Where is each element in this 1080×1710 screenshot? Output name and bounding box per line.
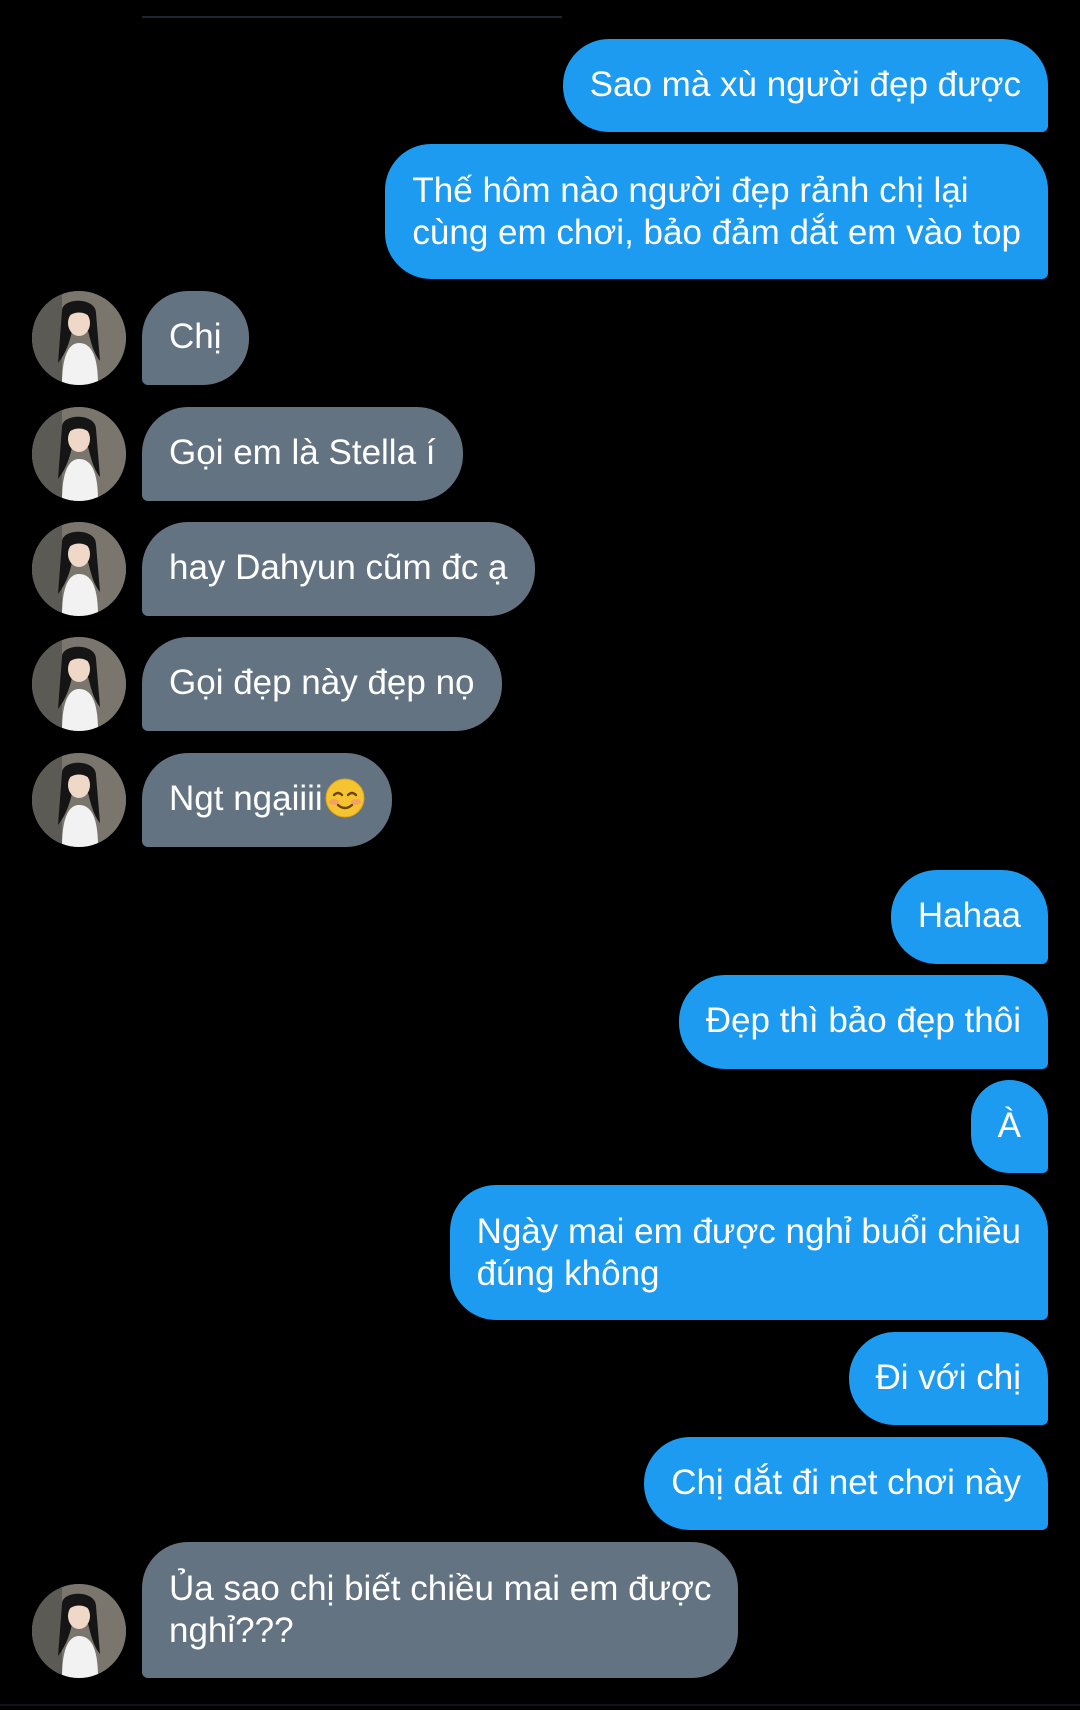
conversation-bottom-divider (0, 1704, 1080, 1706)
contact-avatar[interactable] (32, 753, 126, 847)
message-line: Ủa sao chị biết chiều mai em được (169, 1569, 712, 1608)
contact-avatar[interactable] (32, 522, 126, 616)
avatar-photo-icon (32, 1584, 126, 1678)
message-bubble-incoming[interactable]: Gọi đẹp này đẹp nọ (142, 637, 502, 731)
message-line: cùng em chơi, bảo đảm dắt em vào top (412, 213, 1021, 252)
message-bubble-outgoing[interactable]: Sao mà xù người đẹp được (562, 39, 1048, 132)
message-bubble-outgoing[interactable]: Hahaa (890, 870, 1048, 964)
contact-avatar[interactable] (32, 637, 126, 731)
avatar-photo-icon (32, 407, 126, 501)
message-bubble-outgoing[interactable]: À (970, 1080, 1048, 1173)
contact-avatar[interactable] (32, 407, 126, 501)
avatar-photo-icon (32, 522, 126, 616)
contact-avatar[interactable] (32, 291, 126, 385)
message-bubble-outgoing[interactable]: Đi với chị (848, 1332, 1048, 1425)
avatar-photo-icon (32, 637, 126, 731)
smiling-face-icon (325, 778, 365, 818)
conversation-top-divider (142, 16, 562, 18)
message-bubble-incoming[interactable]: Gọi em là Stella í (142, 407, 463, 501)
message-bubble-outgoing[interactable]: Chị dắt đi net chơi này (644, 1437, 1048, 1530)
message-bubble-incoming[interactable]: Chị (142, 291, 249, 385)
message-bubble-outgoing[interactable]: Đẹp thì bảo đẹp thôi (678, 975, 1048, 1069)
message-bubble-incoming[interactable]: Ngt ngạiiii (142, 753, 392, 847)
avatar-photo-icon (32, 291, 126, 385)
avatar-photo-icon (32, 753, 126, 847)
message-line: Ngày mai em được nghỉ buổi chiều (476, 1212, 1021, 1251)
message-text: Ngt ngạiiii (169, 779, 323, 818)
contact-avatar[interactable] (32, 1584, 126, 1678)
message-line: Thế hôm nào người đẹp rảnh chị lại (412, 171, 969, 210)
message-bubble-incoming[interactable]: Ủa sao chị biết chiều mai em được nghỉ??… (142, 1542, 739, 1678)
message-line: đúng không (476, 1254, 660, 1293)
message-line: nghỉ??? (169, 1611, 294, 1650)
message-bubble-outgoing[interactable]: Ngày mai em được nghỉ buổi chiều đúng kh… (449, 1185, 1048, 1320)
message-bubble-incoming[interactable]: hay Dahyun cũm đc ạ (142, 522, 535, 616)
message-bubble-outgoing[interactable]: Thế hôm nào người đẹp rảnh chị lại cùng … (385, 144, 1048, 279)
